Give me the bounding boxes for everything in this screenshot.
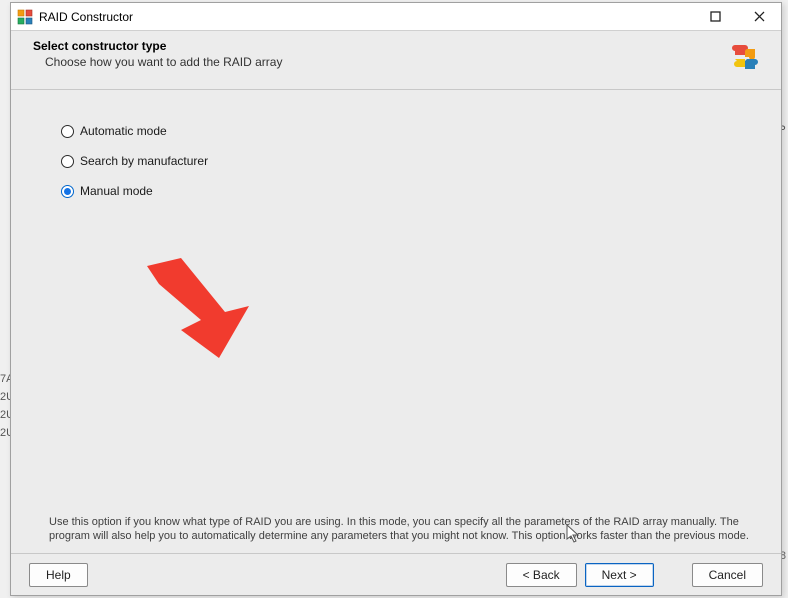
titlebar[interactable]: RAID Constructor − bbox=[11, 3, 781, 31]
app-icon bbox=[17, 9, 33, 25]
radio-label: Manual mode bbox=[80, 184, 153, 198]
next-button[interactable]: Next > bbox=[585, 563, 654, 587]
back-button[interactable]: < Back bbox=[506, 563, 577, 587]
window-controls: − bbox=[649, 3, 781, 30]
wizard-header: Select constructor type Choose how you w… bbox=[11, 31, 781, 90]
puzzle-icon bbox=[723, 39, 767, 79]
radio-icon bbox=[61, 125, 74, 138]
wizard-heading: Select constructor type bbox=[33, 39, 166, 53]
annotation-arrow bbox=[139, 258, 249, 371]
maximize-button[interactable] bbox=[693, 3, 737, 30]
window-title: RAID Constructor bbox=[39, 10, 133, 24]
cancel-button[interactable]: Cancel bbox=[692, 563, 763, 587]
wizard-content: Automatic mode Search by manufacturer Ma… bbox=[11, 90, 781, 553]
mode-description: Use this option if you know what type of… bbox=[49, 515, 751, 543]
close-button[interactable] bbox=[737, 3, 781, 30]
background-window-left: 7A 2U 2U 2U bbox=[0, 370, 10, 442]
wizard-footer: Help < Back Next > Cancel bbox=[11, 553, 781, 595]
radio-icon bbox=[61, 185, 74, 198]
radio-icon bbox=[61, 155, 74, 168]
radio-automatic-mode[interactable]: Automatic mode bbox=[61, 122, 741, 140]
raid-constructor-dialog: RAID Constructor − Select constructor ty… bbox=[10, 2, 782, 596]
radio-search-by-manufacturer[interactable]: Search by manufacturer bbox=[61, 152, 741, 170]
help-button[interactable]: Help bbox=[29, 563, 88, 587]
radio-label: Automatic mode bbox=[80, 124, 167, 138]
radio-manual-mode[interactable]: Manual mode bbox=[61, 182, 741, 200]
radio-label: Search by manufacturer bbox=[80, 154, 208, 168]
wizard-subheading: Choose how you want to add the RAID arra… bbox=[45, 55, 282, 69]
